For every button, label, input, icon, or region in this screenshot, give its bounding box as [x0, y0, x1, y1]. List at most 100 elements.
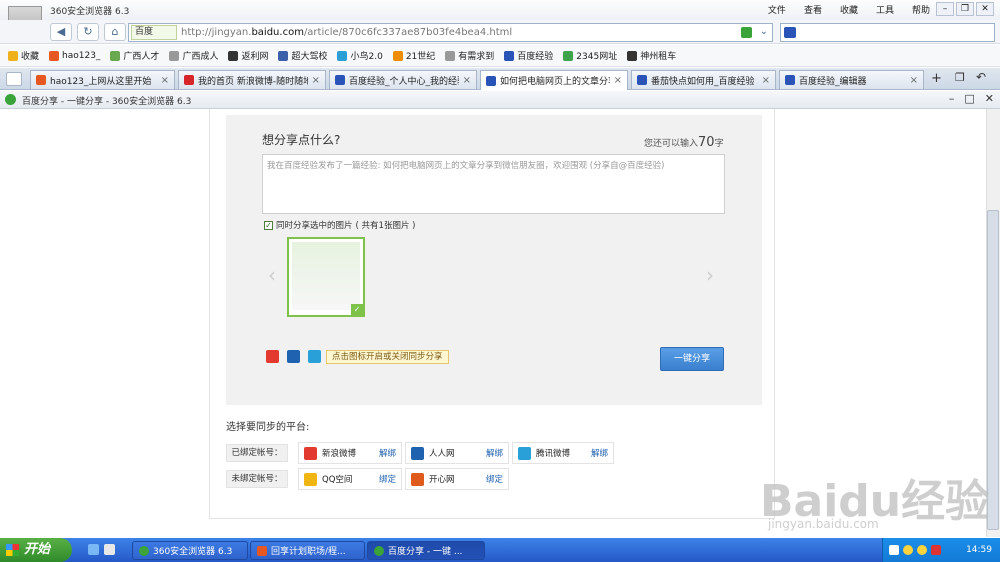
close-icon[interactable]: ×	[161, 75, 169, 86]
account-name: QQ空间	[322, 475, 353, 485]
account-tencent-weibo: 腾讯微博 解绑	[512, 442, 614, 464]
weibo-icon[interactable]	[266, 350, 279, 363]
taskbar-item-active[interactable]: 百度分享 - 一键 ...	[367, 541, 485, 560]
bookmark-item[interactable]: 返利网	[228, 49, 268, 62]
tab-active[interactable]: 如何把电脑网页上的文章分享 ×	[480, 70, 628, 90]
bookmark-item[interactable]: 收藏	[8, 49, 39, 62]
quicklaunch-icon[interactable]	[104, 544, 115, 555]
renren-icon[interactable]	[287, 350, 300, 363]
search-input[interactable]	[780, 23, 995, 42]
share-message-input[interactable]: 我在百度经验发布了一篇经验: 如何把电脑网页上的文章分享到微信朋友圈，欢迎围观 …	[262, 154, 725, 214]
search-engine-selector[interactable]: 百度	[131, 25, 177, 40]
close-icon[interactable]: ×	[614, 75, 622, 86]
qq-icon[interactable]	[917, 545, 927, 555]
address-url[interactable]: http://jingyan.baidu.com/article/870c6fc…	[181, 27, 512, 38]
tray-icon[interactable]	[889, 545, 899, 555]
include-images-checkbox[interactable]: ✓	[264, 220, 273, 230]
dropdown-icon[interactable]: ⌄	[760, 26, 768, 37]
unbound-accounts-label: 未绑定帐号：	[226, 470, 288, 488]
one-click-share-button[interactable]: 一键分享	[660, 347, 724, 371]
new-tab-icon[interactable]: +	[931, 71, 942, 86]
char-counter-suffix: 字	[714, 139, 724, 149]
tab-bar: hao123_上网从这里开始 × 我的首页 新浪微博-随时随地 × 百度经验_个人中…	[0, 68, 1000, 90]
unbind-link[interactable]: 解绑	[486, 447, 503, 459]
tab[interactable]: 番茄快点如何用_百度经验 ×	[631, 70, 776, 89]
watermark-url: jingyan.baidu.com	[768, 517, 879, 531]
restore-icon[interactable]: ❐	[956, 2, 974, 16]
tab-label: 百度经验_编辑器	[799, 76, 867, 87]
system-tray: 14:59	[882, 538, 1000, 562]
bound-accounts-label: 已绑定帐号：	[226, 444, 288, 462]
undo-close-icon[interactable]: ↶	[976, 70, 986, 84]
image-count: ( 共有1张图片 )	[355, 221, 416, 231]
address-bar[interactable]: 百度 http://jingyan.baidu.com/article/870c…	[128, 23, 773, 42]
unbind-link[interactable]: 解绑	[591, 447, 608, 459]
bookmark-item[interactable]: 21世纪	[392, 49, 435, 62]
menu-tools[interactable]: 工具	[876, 3, 894, 16]
bookmark-item[interactable]: 2345网址	[563, 49, 617, 62]
bookmark-label: 小鸟2.0	[350, 52, 383, 62]
bookmark-item[interactable]: 广西人才	[110, 49, 159, 62]
screen: 360安全浏览器 6.3 文件 查看 收藏 工具 帮助 – ❐ ✕ ◀ ↻ ⌂ …	[0, 0, 1000, 562]
bookmark-item[interactable]: 神州租车	[627, 49, 676, 62]
back-icon[interactable]: ◀	[50, 23, 72, 41]
minimize-icon[interactable]: –	[949, 92, 955, 105]
menu-view[interactable]: 查看	[804, 3, 822, 16]
baidu-paw-icon	[335, 75, 345, 85]
bookmark-item[interactable]: 百度经验	[504, 49, 553, 62]
menu-help[interactable]: 帮助	[912, 3, 930, 16]
bookmarks-bar: 收藏 hao123_ 广西人才 广西成人 返利网 超大驾校 小鸟2.0 21世纪…	[0, 45, 1000, 67]
bookmark-item[interactable]: 广西成人	[169, 49, 218, 62]
tab[interactable]: 百度经验_个人中心_我的经验 ×	[329, 70, 477, 89]
tencent-weibo-icon[interactable]	[308, 350, 321, 363]
tab[interactable]: 百度经验_编辑器 ×	[779, 70, 924, 89]
qzone-icon	[304, 472, 317, 486]
quicklaunch-icon[interactable]	[88, 544, 99, 555]
menu-file[interactable]: 文件	[768, 3, 786, 16]
sidebar-toggle-icon[interactable]	[6, 72, 22, 86]
account-qzone: QQ空间 绑定	[298, 468, 402, 490]
maximize-icon[interactable]: □	[964, 92, 974, 105]
bookmark-label: 百度经验	[517, 52, 554, 62]
close-icon[interactable]: ×	[910, 75, 918, 86]
bookmark-item[interactable]: 有需求到	[445, 49, 494, 62]
tab-list-icon[interactable]: ❐	[955, 71, 965, 84]
close-icon[interactable]: ×	[312, 75, 320, 86]
chevron-left-icon[interactable]: ‹	[268, 263, 276, 287]
include-images-row[interactable]: ✓ 同时分享选中的图片 ( 共有1张图片 )	[264, 219, 415, 231]
security-icon[interactable]	[931, 545, 941, 555]
account-name: 人人网	[429, 449, 455, 459]
close-icon[interactable]: ×	[762, 75, 770, 86]
sync-hint-tooltip: 点击图标开启或关闭同步分享	[326, 350, 449, 364]
close-icon[interactable]: ✕	[976, 2, 994, 16]
account-name: 新浪微博	[322, 449, 357, 459]
baidu-paw-icon	[486, 75, 496, 86]
bookmark-item[interactable]: 超大驾校	[278, 49, 327, 62]
chevron-right-icon[interactable]: ›	[706, 263, 714, 287]
baidu-paw-icon	[504, 50, 515, 61]
bind-link[interactable]: 绑定	[379, 473, 396, 485]
sync-platforms-title: 选择要同步的平台:	[226, 422, 310, 433]
taskbar-item[interactable]: 360安全浏览器 6.3	[132, 541, 248, 560]
bookmark-item[interactable]: 小鸟2.0	[337, 49, 383, 62]
minimize-icon[interactable]: –	[936, 2, 954, 16]
taskbar-item[interactable]: 回享计划职场/程...	[250, 541, 365, 560]
ie-mode-icon[interactable]	[741, 27, 752, 38]
bookmark-label: 收藏	[21, 52, 40, 62]
account-name: 腾讯微博	[536, 449, 571, 459]
renren-icon	[411, 446, 424, 460]
bind-link[interactable]: 绑定	[486, 473, 503, 485]
tab[interactable]: 我的首页 新浪微博-随时随地 ×	[178, 70, 326, 89]
bookmark-item[interactable]: hao123_	[49, 50, 100, 61]
home-icon[interactable]: ⌂	[104, 23, 126, 41]
tab[interactable]: hao123_上网从这里开始 ×	[30, 70, 175, 89]
page-icon	[169, 50, 180, 61]
selected-image-thumbnail[interactable]: ✓	[287, 237, 365, 317]
close-icon[interactable]: ×	[463, 75, 471, 86]
qq-icon[interactable]	[903, 545, 913, 555]
refresh-icon[interactable]: ↻	[77, 23, 99, 41]
unbind-link[interactable]: 解绑	[379, 447, 396, 459]
browser-icon	[139, 545, 149, 556]
close-icon[interactable]: ✕	[985, 92, 994, 105]
menu-favorites[interactable]: 收藏	[840, 3, 858, 16]
